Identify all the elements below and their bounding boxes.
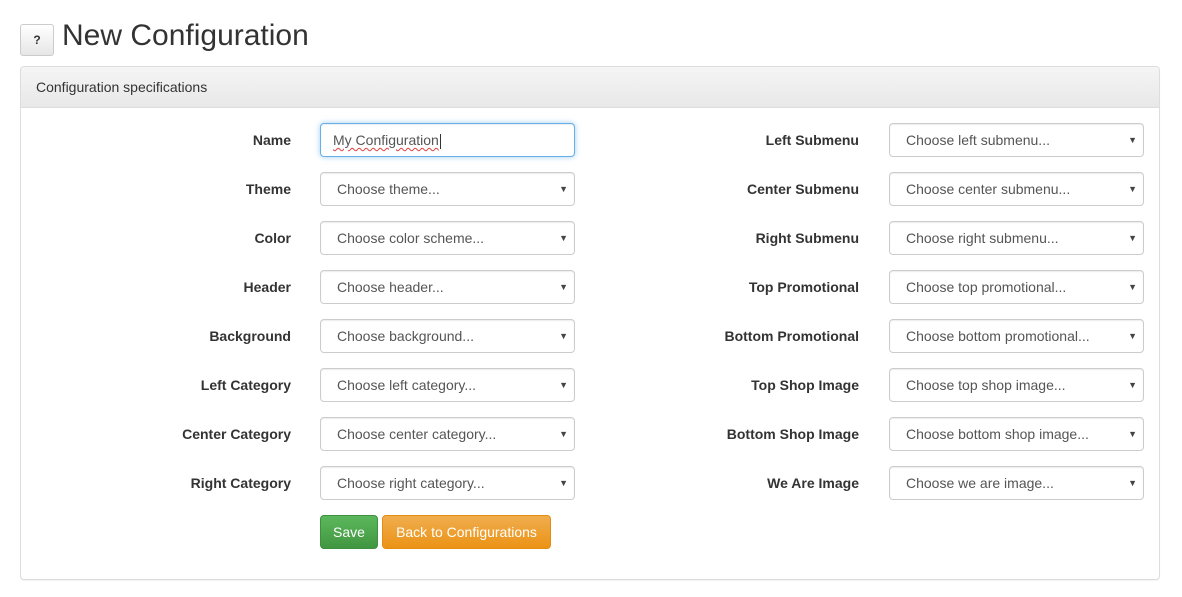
theme-select-value: Choose theme...	[337, 181, 440, 197]
form-actions: Save Back to Configurations	[21, 515, 581, 549]
chevron-down-icon: ▼	[1128, 184, 1137, 194]
chevron-down-icon: ▼	[559, 282, 568, 292]
left-submenu-label: Left Submenu	[765, 132, 859, 148]
we-are-image-label: We Are Image	[767, 475, 859, 491]
field-bottom-promotional: Bottom Promotional Choose bottom promoti…	[591, 319, 1151, 353]
top-promotional-select[interactable]: Choose top promotional... ▼	[889, 270, 1144, 304]
chevron-down-icon: ▼	[559, 184, 568, 194]
bottom-promotional-select[interactable]: Choose bottom promotional... ▼	[889, 319, 1144, 353]
left-category-select-value: Choose left category...	[337, 377, 477, 393]
header-select-value: Choose header...	[337, 279, 444, 295]
theme-label: Theme	[245, 181, 291, 197]
config-panel: Configuration specifications Name My Con…	[20, 66, 1160, 580]
chevron-down-icon: ▼	[1128, 135, 1137, 145]
name-label: Name	[252, 132, 291, 148]
field-background: Background Choose background... ▼	[21, 319, 581, 353]
header-label: Header	[243, 279, 291, 295]
color-select[interactable]: Choose color scheme... ▼	[320, 221, 575, 255]
left-category-select[interactable]: Choose left category... ▼	[320, 368, 575, 402]
background-label: Background	[209, 328, 291, 344]
center-category-select-value: Choose center category...	[337, 426, 497, 442]
background-select[interactable]: Choose background... ▼	[320, 319, 575, 353]
we-are-image-select[interactable]: Choose we are image... ▼	[889, 466, 1144, 500]
chevron-down-icon: ▼	[559, 380, 568, 390]
chevron-down-icon: ▼	[559, 233, 568, 243]
back-to-configurations-button[interactable]: Back to Configurations	[382, 515, 551, 549]
chevron-down-icon: ▼	[1128, 282, 1137, 292]
bottom-shop-image-select-value: Choose bottom shop image...	[906, 426, 1089, 442]
chevron-down-icon: ▼	[1128, 429, 1137, 439]
chevron-down-icon: ▼	[1128, 380, 1137, 390]
field-color: Color Choose color scheme... ▼	[21, 221, 581, 255]
right-submenu-select[interactable]: Choose right submenu... ▼	[889, 221, 1144, 255]
right-category-select-value: Choose right category...	[337, 475, 485, 491]
color-label: Color	[254, 230, 291, 246]
field-left-submenu: Left Submenu Choose left submenu... ▼	[591, 123, 1151, 157]
header-select[interactable]: Choose header... ▼	[320, 270, 575, 304]
chevron-down-icon: ▼	[559, 478, 568, 488]
field-left-category: Left Category Choose left category... ▼	[21, 368, 581, 402]
help-button[interactable]: ?	[20, 24, 54, 56]
we-are-image-select-value: Choose we are image...	[906, 475, 1054, 491]
field-right-category: Right Category Choose right category... …	[21, 466, 581, 500]
left-category-label: Left Category	[200, 377, 291, 393]
save-button[interactable]: Save	[320, 515, 378, 549]
chevron-down-icon: ▼	[1128, 233, 1137, 243]
name-input[interactable]: My Configuration	[320, 123, 575, 157]
right-submenu-select-value: Choose right submenu...	[906, 230, 1059, 246]
name-input-value: My Configuration	[333, 132, 439, 148]
chevron-down-icon: ▼	[1128, 331, 1137, 341]
top-promotional-label: Top Promotional	[748, 279, 859, 295]
field-top-shop-image: Top Shop Image Choose top shop image... …	[591, 368, 1151, 402]
top-promotional-select-value: Choose top promotional...	[906, 279, 1067, 295]
center-submenu-label: Center Submenu	[746, 181, 859, 197]
text-cursor	[439, 133, 441, 149]
left-submenu-select[interactable]: Choose left submenu... ▼	[889, 123, 1144, 157]
right-category-label: Right Category	[190, 475, 291, 491]
field-center-submenu: Center Submenu Choose center submenu... …	[591, 172, 1151, 206]
left-submenu-select-value: Choose left submenu...	[906, 132, 1050, 148]
field-header: Header Choose header... ▼	[21, 270, 581, 304]
bottom-shop-image-label: Bottom Shop Image	[726, 426, 859, 442]
chevron-down-icon: ▼	[1128, 478, 1137, 488]
field-top-promotional: Top Promotional Choose top promotional..…	[591, 270, 1151, 304]
bottom-promotional-select-value: Choose bottom promotional...	[906, 328, 1090, 344]
background-select-value: Choose background...	[337, 328, 474, 344]
top-shop-image-select[interactable]: Choose top shop image... ▼	[889, 368, 1144, 402]
color-select-value: Choose color scheme...	[337, 230, 485, 246]
chevron-down-icon: ▼	[559, 331, 568, 341]
center-category-label: Center Category	[182, 426, 291, 442]
chevron-down-icon: ▼	[559, 429, 568, 439]
field-right-submenu: Right Submenu Choose right submenu... ▼	[591, 221, 1151, 255]
field-bottom-shop-image: Bottom Shop Image Choose bottom shop ima…	[591, 417, 1151, 451]
right-category-select[interactable]: Choose right category... ▼	[320, 466, 575, 500]
center-category-select[interactable]: Choose center category... ▼	[320, 417, 575, 451]
field-we-are-image: We Are Image Choose we are image... ▼	[591, 466, 1151, 500]
field-theme: Theme Choose theme... ▼	[21, 172, 581, 206]
theme-select[interactable]: Choose theme... ▼	[320, 172, 575, 206]
center-submenu-select-value: Choose center submenu...	[906, 181, 1071, 197]
top-shop-image-select-value: Choose top shop image...	[906, 377, 1066, 393]
field-name: Name My Configuration	[21, 123, 581, 157]
right-submenu-label: Right Submenu	[755, 230, 859, 246]
bottom-shop-image-select[interactable]: Choose bottom shop image... ▼	[889, 417, 1144, 451]
top-shop-image-label: Top Shop Image	[751, 377, 859, 393]
field-center-category: Center Category Choose center category..…	[21, 417, 581, 451]
center-submenu-select[interactable]: Choose center submenu... ▼	[889, 172, 1144, 206]
page-header: ? New Configuration	[20, 14, 309, 58]
page-title: New Configuration	[62, 19, 309, 52]
bottom-promotional-label: Bottom Promotional	[724, 328, 859, 344]
panel-heading: Configuration specifications	[21, 67, 1159, 108]
